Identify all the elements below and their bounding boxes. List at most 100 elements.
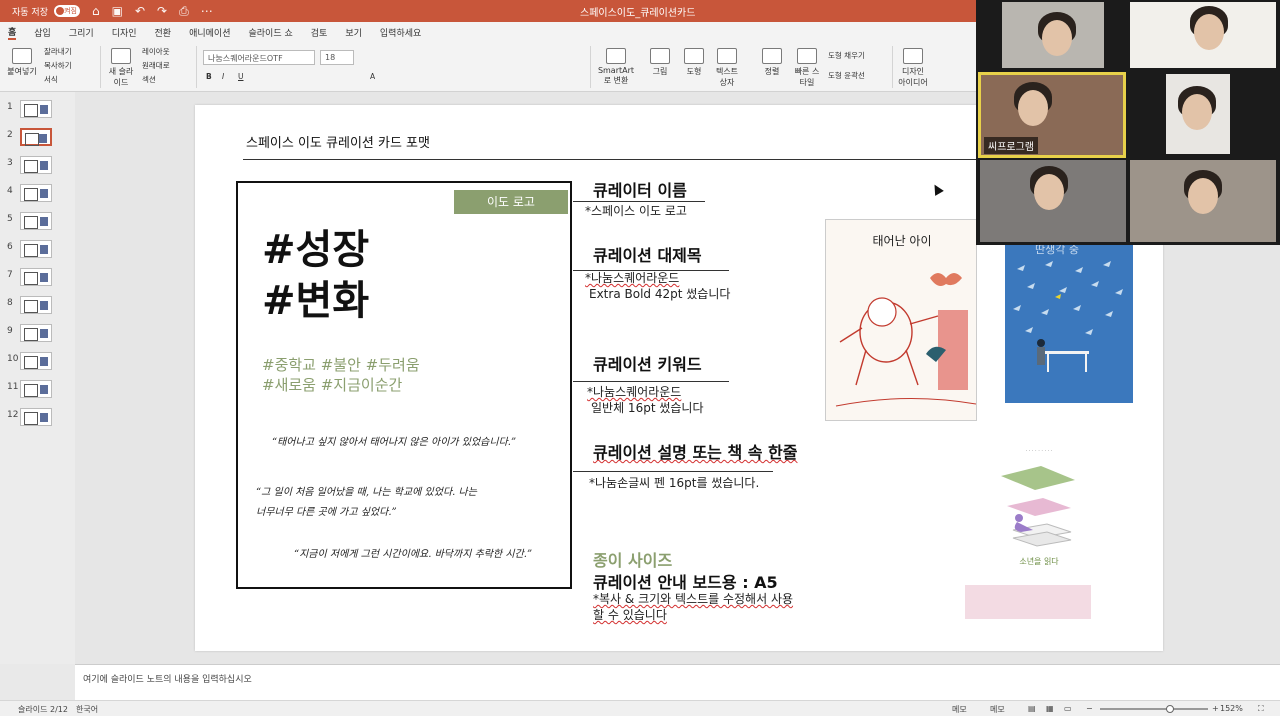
logo-placeholder[interactable]: 이도 로고: [454, 190, 568, 214]
ribbon: 붙여넣기 잘라내기 복사하기 서식 새 슬라이드 레이아웃 원래대로 섹션 나눔…: [0, 42, 980, 92]
thumbnail-1[interactable]: 1: [0, 98, 75, 122]
reset-button[interactable]: 원래대로: [142, 60, 170, 71]
tab-home[interactable]: 홈: [8, 25, 17, 40]
language-indicator[interactable]: 한국어: [76, 704, 98, 715]
video-tile[interactable]: [1166, 74, 1230, 154]
thumbnail-8[interactable]: 8: [0, 294, 75, 318]
notes-toggle[interactable]: 메모: [952, 704, 967, 715]
comments-toggle[interactable]: 메모: [990, 704, 1005, 715]
tab-animations[interactable]: 애니메이션: [189, 26, 230, 39]
thumbnail-10[interactable]: 10: [0, 350, 75, 374]
autosave-toggle[interactable]: 켜짐: [53, 5, 80, 17]
curation-card[interactable]: 이도 로고 #성장 #변화 #중학교 #불안 #두려움 #새로움 #지금이순간 …: [236, 181, 572, 589]
format-painter-button[interactable]: 서식: [44, 74, 58, 85]
zoom-level[interactable]: 152%: [1220, 704, 1243, 713]
tab-insert[interactable]: 삽입: [34, 26, 51, 39]
video-tile[interactable]: [1130, 2, 1276, 68]
paper-size-sub[interactable]: 큐레이션 안내 보드용 : A5: [593, 569, 778, 593]
font-name-select[interactable]: 나눔스퀘어라운드OTF: [203, 50, 315, 65]
bold-button[interactable]: B: [206, 72, 212, 81]
tell-me-search[interactable]: 입력하세요: [380, 26, 421, 39]
thumbnail-7[interactable]: 7: [0, 266, 75, 290]
shape-fill-button[interactable]: 도형 채우기: [828, 50, 865, 61]
shape-button[interactable]: 도형: [680, 48, 708, 77]
book-cover-born-child[interactable]: 태어난 아이: [825, 219, 977, 421]
quote-2a[interactable]: “그 일이 처음 일어났을 때, 나는 학교에 있었다. 나는: [256, 483, 477, 498]
thumbnail-image: [20, 128, 52, 146]
redo-icon[interactable]: ↷: [157, 4, 167, 18]
thumbnail-2[interactable]: 2: [0, 126, 75, 150]
paper-size-title[interactable]: 종이 사이즈: [593, 547, 672, 571]
book-cover-reading-boys[interactable]: · · · · · · · · · 소년을 읽다: [987, 446, 1091, 568]
zoom-out-icon[interactable]: −: [1086, 704, 1093, 713]
quote-1[interactable]: “태어나고 싶지 않아서 태어나지 않은 아이가 있었습니다.”: [272, 433, 516, 448]
copy-button[interactable]: 복사하기: [44, 60, 72, 71]
save-icon[interactable]: ▣: [112, 4, 123, 18]
curation-keywords[interactable]: #중학교 #불안 #두려움 #새로움 #지금이순간: [262, 355, 420, 395]
underline-button[interactable]: U: [238, 72, 244, 81]
section-curator-name-title[interactable]: 큐레이터 이름: [593, 177, 687, 201]
zoom-slider-handle[interactable]: [1166, 705, 1174, 713]
shape-outline-button[interactable]: 도형 윤곽선: [828, 70, 865, 81]
more-icon[interactable]: ⋯: [201, 4, 213, 18]
section-main-title-note[interactable]: *나눔스퀘어라운드 Extra Bold 42pt 썼습니다: [585, 270, 730, 302]
tab-transitions[interactable]: 전환: [155, 26, 172, 39]
thumbnail-5[interactable]: 5: [0, 210, 75, 234]
quick-style-button[interactable]: 빠른 스타일: [792, 48, 822, 88]
zoom-in-icon[interactable]: +: [1212, 704, 1219, 713]
home-icon[interactable]: ⌂: [92, 4, 100, 18]
paper-size-note[interactable]: *복사 & 크기와 텍스트를 수정해서 사용 할 수 있습니다: [593, 591, 793, 623]
tab-review[interactable]: 검토: [311, 26, 328, 39]
curation-headline[interactable]: #성장 #변화: [262, 225, 369, 327]
textbox-button[interactable]: 텍스트 상자: [712, 48, 742, 88]
tab-slideshow[interactable]: 슬라이드 쇼: [249, 26, 293, 39]
smartart-button[interactable]: SmartArt로 변환: [596, 48, 636, 86]
tab-draw[interactable]: 그리기: [69, 26, 94, 39]
new-slide-button[interactable]: 새 슬라이드: [106, 48, 136, 88]
section-description-title[interactable]: 큐레이션 설명 또는 책 속 한줄: [593, 439, 798, 463]
video-tile[interactable]: [1002, 2, 1104, 68]
paste-button[interactable]: 붙여넣기: [6, 48, 38, 77]
video-tile-active-speaker[interactable]: 씨프로그램: [978, 72, 1126, 158]
print-icon[interactable]: ⎙: [179, 4, 189, 19]
slide-title[interactable]: 스페이스 이도 큐레이션 카드 포맷: [246, 132, 430, 151]
section-main-title-title[interactable]: 큐레이션 대제목: [593, 242, 702, 266]
undo-icon[interactable]: ↶: [135, 4, 145, 18]
thumbnail-3[interactable]: 3: [0, 154, 75, 178]
italic-button[interactable]: I: [222, 72, 224, 81]
picture-button[interactable]: 그림: [646, 48, 674, 77]
section-line: [573, 381, 729, 382]
font-color-button[interactable]: A: [370, 72, 375, 81]
section-keyword-note[interactable]: *나눔스퀘어라운드 일반체 16pt 썼습니다: [587, 384, 704, 416]
reading-view-icon[interactable]: ▭: [1064, 704, 1072, 713]
thumbnail-12[interactable]: 12: [0, 406, 75, 430]
font-size-select[interactable]: 18: [320, 50, 354, 65]
speaker-notes-pane[interactable]: 여기에 슬라이드 노트의 내용을 입력하십시오: [75, 664, 1280, 700]
video-tile[interactable]: [980, 160, 1126, 242]
fit-slide-icon[interactable]: ⛶: [1258, 704, 1264, 714]
arrange-button[interactable]: 정렬: [758, 48, 786, 77]
quick-style-label: 빠른 스타일: [794, 67, 820, 87]
quick-style-icon: [797, 48, 817, 64]
book-cover-daydreaming[interactable]: 딴생각 중: [1005, 235, 1133, 403]
slide-sorter-icon[interactable]: ▦: [1046, 704, 1054, 713]
quote-2b[interactable]: 너무너무 다른 곳에 가고 싶었다.”: [256, 503, 397, 518]
zoom-slider[interactable]: [1100, 705, 1208, 713]
designer-button[interactable]: 디자인 아이디어: [898, 48, 928, 88]
quote-3[interactable]: “지금이 저에게 그런 시간이에요. 바닥까지 추락한 시간.”: [294, 545, 532, 560]
tab-design[interactable]: 디자인: [112, 26, 137, 39]
thumbnail-11[interactable]: 11: [0, 378, 75, 402]
video-tile[interactable]: [1130, 160, 1276, 242]
layout-button[interactable]: 레이아웃: [142, 46, 170, 57]
thumbnail-4[interactable]: 4: [0, 182, 75, 206]
section-button[interactable]: 섹션: [142, 74, 156, 85]
thumbnail-9[interactable]: 9: [0, 322, 75, 346]
section-description-note[interactable]: *나눔손글씨 펜 16pt를 썼습니다.: [589, 475, 759, 491]
textbox-icon: [717, 48, 737, 64]
section-keyword-title[interactable]: 큐레이션 키워드: [593, 351, 702, 375]
normal-view-icon[interactable]: ▤: [1028, 704, 1036, 713]
section-curator-name-note[interactable]: *스페이스 이도 로고: [585, 203, 687, 219]
tab-view[interactable]: 보기: [345, 26, 362, 39]
thumbnail-6[interactable]: 6: [0, 238, 75, 262]
cut-button[interactable]: 잘라내기: [44, 46, 72, 57]
